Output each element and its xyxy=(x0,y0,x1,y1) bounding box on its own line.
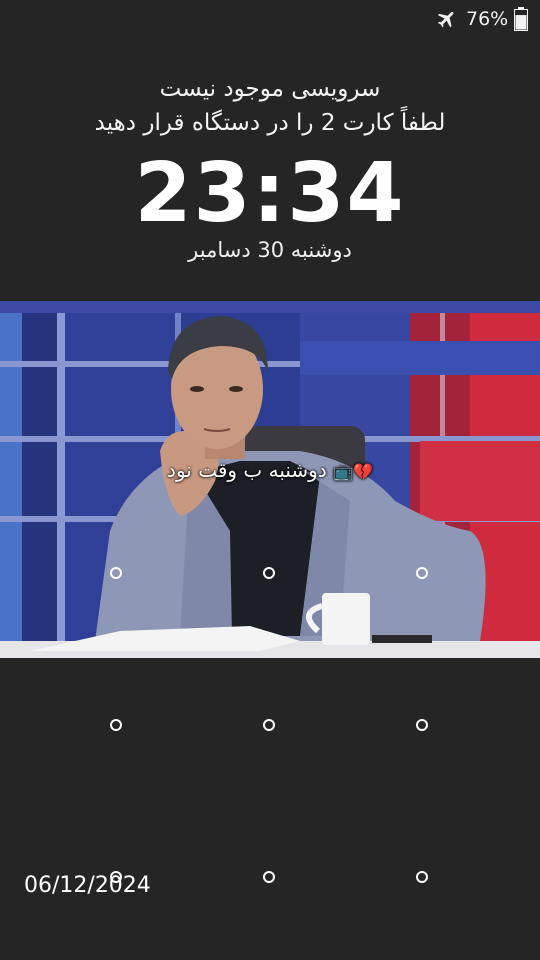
tv-broken-heart-emoji: 📺💔 xyxy=(333,462,373,481)
battery-percent: 76% xyxy=(466,8,509,30)
date-text: دوشنبه 30 دسامبر xyxy=(188,238,352,262)
airplane-mode-icon xyxy=(437,11,454,28)
pattern-dot-9[interactable] xyxy=(416,871,428,883)
pattern-dot-3[interactable] xyxy=(416,567,428,579)
no-service-text: سرویسی موجود نیست xyxy=(159,76,381,102)
owner-info-words: دوشنبه ب وقت نود xyxy=(167,458,327,482)
insert-sim-text: لطفاً کارت 2 را در دستگاه قرار دهید xyxy=(94,110,446,136)
status-bar: 76% xyxy=(0,0,540,40)
pattern-dot-2[interactable] xyxy=(263,567,275,579)
pattern-dot-8[interactable] xyxy=(263,871,275,883)
footer-date-text: 06/12/2024 xyxy=(24,873,151,898)
pattern-dot-1[interactable] xyxy=(110,567,122,579)
pattern-dot-5[interactable] xyxy=(263,719,275,731)
pattern-dot-6[interactable] xyxy=(416,719,428,731)
pattern-dot-4[interactable] xyxy=(110,719,122,731)
battery-icon xyxy=(514,7,528,31)
owner-info-text: دوشنبه ب وقت نود 📺💔 xyxy=(0,458,540,482)
lock-screen: 76% سرویسی موجود نیست لطفاً کارت 2 را در… xyxy=(0,0,540,960)
clock: 23:34 xyxy=(134,146,406,241)
